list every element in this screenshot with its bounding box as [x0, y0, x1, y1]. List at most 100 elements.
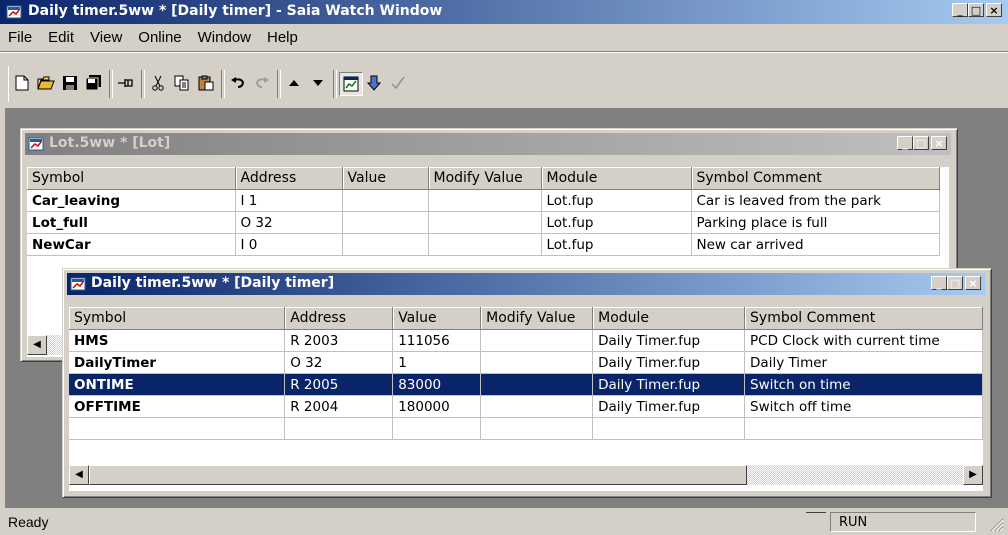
comment-cell[interactable]: Parking place is full — [691, 211, 940, 234]
symbol-cell[interactable]: ONTIME — [69, 373, 286, 396]
comment-cell[interactable]: Switch off time — [744, 395, 983, 418]
timer-close-button[interactable]: × — [965, 276, 981, 290]
move-down-button[interactable] — [307, 72, 329, 94]
modify-value-cell[interactable] — [428, 189, 542, 212]
col-module[interactable]: Module — [541, 167, 692, 190]
copy-button[interactable] — [171, 72, 193, 94]
value-cell[interactable]: 111056 — [392, 329, 482, 352]
open-button[interactable] — [35, 72, 57, 94]
save-button[interactable] — [59, 72, 81, 94]
comment-cell[interactable]: PCD Clock with current time — [744, 329, 983, 352]
table-row[interactable]: Lot_full O 32 Lot.fup Parking place is f… — [27, 211, 940, 234]
cut-button[interactable] — [147, 72, 169, 94]
table-row-selected[interactable]: ONTIME R 2005 83000 Daily Timer.fup Swit… — [69, 373, 983, 396]
new-file-button[interactable] — [11, 72, 33, 94]
timer-window-title-bar[interactable]: Daily timer.5ww * [Daily timer] _ □ × — [67, 273, 985, 295]
modify-value-cell[interactable] — [480, 395, 594, 418]
symbol-cell[interactable]: DailyTimer — [69, 351, 286, 374]
module-cell[interactable]: Lot.fup — [541, 233, 692, 256]
close-button[interactable]: × — [986, 3, 1002, 17]
watch-window-button[interactable] — [339, 72, 363, 96]
value-cell[interactable] — [342, 211, 429, 234]
scroll-left-button[interactable]: ◀ — [69, 465, 89, 485]
address-cell[interactable]: O 32 — [284, 351, 394, 374]
lot-window-title-bar[interactable]: Lot.5ww * [Lot] _ □ × — [25, 133, 951, 155]
col-value[interactable]: Value — [342, 167, 429, 190]
col-address[interactable]: Address — [284, 307, 394, 330]
address-cell[interactable]: I 0 — [235, 233, 343, 256]
timer-horizontal-scrollbar[interactable]: ◀ ▶ — [69, 465, 983, 485]
col-symbol[interactable]: Symbol — [69, 307, 286, 330]
undo-button[interactable] — [227, 72, 249, 94]
module-cell[interactable]: Daily Timer.fup — [592, 329, 746, 352]
resize-grip-icon[interactable] — [988, 516, 1004, 532]
col-symbol-comment[interactable]: Symbol Comment — [744, 307, 983, 330]
address-cell[interactable]: O 32 — [235, 211, 343, 234]
table-row-empty[interactable] — [69, 417, 983, 440]
comment-cell[interactable]: New car arrived — [691, 233, 940, 256]
col-modify-value[interactable]: Modify Value — [480, 307, 594, 330]
comment-cell[interactable] — [744, 417, 983, 440]
col-module[interactable]: Module — [592, 307, 746, 330]
value-cell[interactable] — [392, 417, 482, 440]
col-symbol[interactable]: Symbol — [27, 167, 236, 190]
address-cell[interactable]: I 1 — [235, 189, 343, 212]
modify-value-cell[interactable] — [428, 233, 542, 256]
menu-edit[interactable]: Edit — [40, 29, 82, 46]
lot-minimize-button[interactable]: _ — [897, 136, 913, 150]
menu-help[interactable]: Help — [259, 29, 306, 46]
menu-view[interactable]: View — [82, 29, 130, 46]
module-cell[interactable]: Daily Timer.fup — [592, 373, 746, 396]
daily-timer-window[interactable]: Daily timer.5ww * [Daily timer] _ □ × Sy… — [62, 268, 992, 498]
address-cell[interactable]: R 2004 — [284, 395, 394, 418]
symbol-cell[interactable]: NewCar — [27, 233, 236, 256]
value-cell[interactable] — [342, 233, 429, 256]
symbol-cell[interactable]: Lot_full — [27, 211, 236, 234]
address-cell[interactable]: R 2005 — [284, 373, 394, 396]
lot-maximize-button[interactable]: □ — [913, 136, 929, 150]
paste-button[interactable] — [195, 72, 217, 94]
lot-close-button[interactable]: × — [931, 136, 947, 150]
check-button[interactable] — [387, 72, 409, 94]
module-cell[interactable] — [592, 417, 746, 440]
modify-value-cell[interactable] — [480, 373, 594, 396]
menu-online[interactable]: Online — [130, 29, 189, 46]
col-address[interactable]: Address — [235, 167, 343, 190]
menu-window[interactable]: Window — [190, 29, 259, 46]
maximize-button[interactable]: □ — [968, 3, 984, 17]
symbol-cell[interactable] — [69, 417, 286, 440]
scroll-right-button[interactable]: ▶ — [963, 465, 983, 485]
move-up-button[interactable] — [283, 72, 305, 94]
comment-cell[interactable]: Car is leaved from the park — [691, 189, 940, 212]
modify-value-cell[interactable] — [480, 329, 594, 352]
table-row[interactable]: NewCar I 0 Lot.fup New car arrived — [27, 233, 940, 256]
symbol-cell[interactable]: OFFTIME — [69, 395, 286, 418]
timer-maximize-button[interactable]: □ — [947, 276, 963, 290]
symbol-cell[interactable]: Car_leaving — [27, 189, 236, 212]
table-row[interactable]: OFFTIME R 2004 180000 Daily Timer.fup Sw… — [69, 395, 983, 418]
address-cell[interactable]: R 2003 — [284, 329, 394, 352]
modify-value-cell[interactable] — [480, 417, 594, 440]
module-cell[interactable]: Lot.fup — [541, 189, 692, 212]
module-cell[interactable]: Daily Timer.fup — [592, 395, 746, 418]
col-symbol-comment[interactable]: Symbol Comment — [691, 167, 940, 190]
modify-value-cell[interactable] — [480, 351, 594, 374]
value-cell[interactable]: 1 — [392, 351, 482, 374]
col-modify-value[interactable]: Modify Value — [428, 167, 542, 190]
table-row[interactable]: DailyTimer O 32 1 Daily Timer.fup Daily … — [69, 351, 983, 374]
save-all-button[interactable] — [83, 72, 105, 94]
minimize-button[interactable]: _ — [952, 3, 968, 17]
modify-value-cell[interactable] — [428, 211, 542, 234]
comment-cell[interactable]: Daily Timer — [744, 351, 983, 374]
app-title-bar[interactable]: Daily timer.5ww * [Daily timer] - Saia W… — [0, 0, 1008, 24]
scroll-thumb[interactable] — [89, 465, 747, 485]
pin-button[interactable] — [115, 72, 137, 94]
download-button[interactable] — [363, 72, 385, 94]
value-cell[interactable]: 180000 — [392, 395, 482, 418]
table-row[interactable]: HMS R 2003 111056 Daily Timer.fup PCD Cl… — [69, 329, 983, 352]
col-value[interactable]: Value — [392, 307, 482, 330]
scroll-left-button[interactable]: ◀ — [27, 335, 47, 355]
table-row[interactable]: Car_leaving I 1 Lot.fup Car is leaved fr… — [27, 189, 940, 212]
value-cell[interactable]: 83000 — [392, 373, 482, 396]
redo-button[interactable] — [251, 72, 273, 94]
